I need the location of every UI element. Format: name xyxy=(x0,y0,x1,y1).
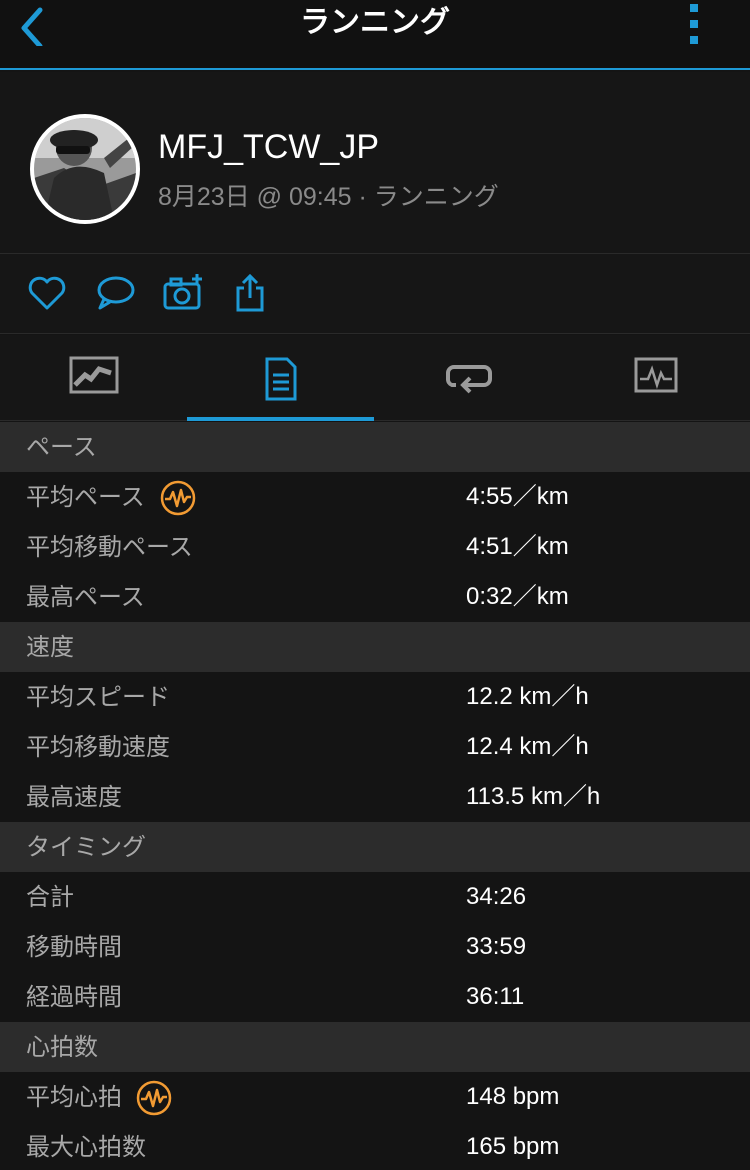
stat-row-average-speed: 平均スピード 12.2 km／h xyxy=(0,672,750,722)
stat-value: 4:51／km xyxy=(466,533,569,560)
stat-label: 最大心拍数 xyxy=(26,1133,146,1161)
share-icon[interactable] xyxy=(230,272,272,314)
stat-value: 0:32／km xyxy=(466,583,569,610)
comment-icon[interactable] xyxy=(94,272,136,314)
stat-value: 33:59 xyxy=(466,933,527,960)
stat-row-average-pace: 平均ペース 4:55／km xyxy=(0,472,750,522)
stat-row-elapsed-time: 経過時間 36:11 xyxy=(0,972,750,1022)
top-bar: ランニング xyxy=(0,0,750,70)
camera-add-icon[interactable] xyxy=(162,272,204,314)
activity-profile: MFJ_TCW_JP 8月23日 @ 09:45 · ランニング xyxy=(0,72,750,254)
stat-value: 34:26 xyxy=(466,883,527,910)
stat-label: 平均移動ペース xyxy=(26,533,193,561)
stat-row-average-heart-rate: 平均心拍 148 bpm xyxy=(0,1072,750,1122)
laps-loop-icon xyxy=(445,365,492,394)
stat-value: 113.5 km／h xyxy=(466,783,601,810)
stat-label: 最高速度 xyxy=(26,783,122,811)
stat-row-max-speed: 最高速度 113.5 km／h xyxy=(0,772,750,822)
stat-value: 12.2 km／h xyxy=(466,683,589,710)
section-header-pace: ペース xyxy=(0,422,750,472)
activity-tabs xyxy=(0,335,750,421)
section-header-speed: 速度 xyxy=(0,622,750,672)
stat-row-best-pace: 最高ペース 0:32／km xyxy=(0,572,750,622)
tab-map[interactable] xyxy=(0,335,187,421)
heart-rate-pulse-icon[interactable] xyxy=(160,480,196,516)
avatar-photo xyxy=(34,118,136,220)
heart-rate-pulse-icon[interactable] xyxy=(136,1080,172,1116)
stat-label: 移動時間 xyxy=(26,933,122,961)
stat-row-average-moving-speed: 平均移動速度 12.4 km／h xyxy=(0,722,750,772)
stat-row-total-time: 合計 34:26 xyxy=(0,872,750,922)
stat-value: 165 bpm xyxy=(466,1133,560,1160)
stat-row-moving-time: 移動時間 33:59 xyxy=(0,922,750,972)
stat-value: 12.4 km／h xyxy=(466,733,589,760)
avatar[interactable] xyxy=(30,114,140,224)
username[interactable]: MFJ_TCW_JP xyxy=(158,128,379,167)
stat-row-max-heart-rate: 最大心拍数 165 bpm xyxy=(0,1122,750,1170)
tab-stats[interactable] xyxy=(187,335,374,421)
stat-value: 4:55／km xyxy=(466,483,569,510)
stat-label: 平均移動速度 xyxy=(26,733,170,761)
stat-label: 経過時間 xyxy=(26,983,122,1011)
section-header-timing: タイミング xyxy=(0,822,750,872)
stat-label: 平均スピード xyxy=(26,683,170,711)
page-title: ランニング xyxy=(300,5,450,40)
stat-value: 36:11 xyxy=(466,983,525,1010)
more-options-icon[interactable] xyxy=(686,2,702,46)
stat-label: 平均心拍 xyxy=(26,1083,122,1111)
chart-icon xyxy=(634,357,677,393)
section-header-heart-rate: 心拍数 xyxy=(0,1022,750,1072)
stat-value: 148 bpm xyxy=(466,1083,560,1110)
tab-laps[interactable] xyxy=(375,335,562,421)
map-icon xyxy=(69,356,118,394)
stat-row-average-moving-pace: 平均移動ペース 4:51／km xyxy=(0,522,750,572)
heart-icon[interactable] xyxy=(26,272,68,314)
tab-charts[interactable] xyxy=(562,335,749,421)
stat-label: 最高ペース xyxy=(26,583,145,611)
stats-document-icon xyxy=(265,357,296,401)
stat-label: 合計 xyxy=(26,883,74,911)
activity-date-type: 8月23日 @ 09:45 · ランニング xyxy=(158,183,499,211)
stat-label: 平均ペース xyxy=(26,483,145,511)
activity-actions xyxy=(0,254,750,334)
